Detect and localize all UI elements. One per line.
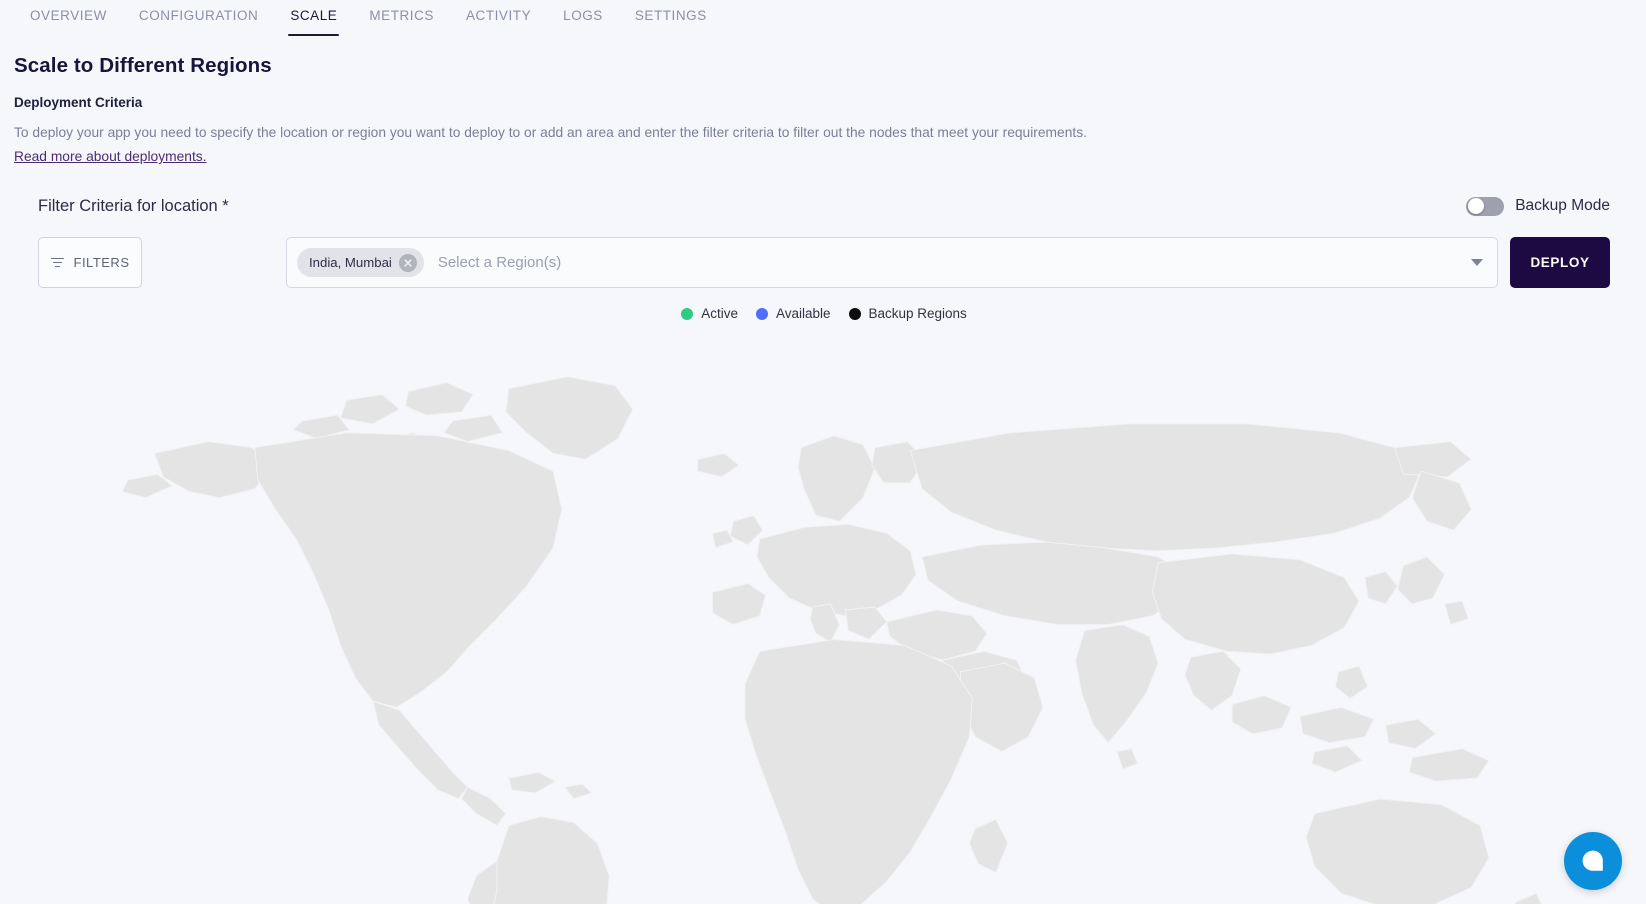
filter-criteria-label: Filter Criteria for location * xyxy=(38,197,229,216)
legend-dot-backup-regions xyxy=(849,308,861,320)
legend-dot-available xyxy=(756,308,768,320)
legend-item-backup-regions: Backup Regions xyxy=(849,306,967,321)
page-title: Scale to Different Regions xyxy=(14,54,1646,78)
backup-mode-control: Backup Mode xyxy=(1466,197,1610,216)
legend-dot-active xyxy=(681,308,693,320)
tab-metrics[interactable]: METRICS xyxy=(353,0,450,36)
backup-mode-label: Backup Mode xyxy=(1515,197,1610,215)
legend-label-backup-regions: Backup Regions xyxy=(869,306,967,321)
world-map[interactable]: India, Mumbai xyxy=(0,346,1646,904)
chat-launcher-button[interactable] xyxy=(1564,832,1622,890)
tab-logs[interactable]: LOGS xyxy=(547,0,619,36)
tab-overview[interactable]: OVERVIEW xyxy=(14,0,123,36)
deploy-button[interactable]: DEPLOY xyxy=(1510,237,1610,288)
filter-controls: Filter Criteria for location * Backup Mo… xyxy=(0,191,1646,321)
section-subtitle: Deployment Criteria xyxy=(14,95,1646,110)
filter-input-row: FILTERS India, Mumbai Select a Region(s)… xyxy=(38,237,1610,288)
page-header: Scale to Different Regions Deployment Cr… xyxy=(0,38,1646,166)
legend-label-active: Active xyxy=(701,306,738,321)
remove-region-icon[interactable] xyxy=(399,254,417,272)
tab-scale[interactable]: SCALE xyxy=(274,0,353,36)
filter-label-row: Filter Criteria for location * Backup Mo… xyxy=(38,191,1610,221)
top-tab-bar: OVERVIEW CONFIGURATION SCALE METRICS ACT… xyxy=(0,0,1646,38)
filters-button[interactable]: FILTERS xyxy=(38,237,142,288)
region-chip-label: India, Mumbai xyxy=(309,255,392,270)
filters-button-label: FILTERS xyxy=(74,255,130,270)
legend-label-available: Available xyxy=(776,306,831,321)
region-select-input[interactable]: India, Mumbai Select a Region(s) xyxy=(286,237,1498,288)
map-legend: Active Available Backup Regions xyxy=(38,306,1610,321)
chat-bubble-icon xyxy=(1580,848,1606,874)
tab-activity[interactable]: ACTIVITY xyxy=(450,0,547,36)
legend-item-active: Active xyxy=(681,306,738,321)
region-select-placeholder: Select a Region(s) xyxy=(438,254,1471,271)
legend-item-available: Available xyxy=(756,306,831,321)
chevron-down-icon[interactable] xyxy=(1471,259,1483,266)
region-chip: India, Mumbai xyxy=(297,248,424,277)
tab-settings[interactable]: SETTINGS xyxy=(619,0,723,36)
tab-configuration[interactable]: CONFIGURATION xyxy=(123,0,274,36)
map-landmasses xyxy=(122,377,1545,904)
section-description: To deploy your app you need to specify t… xyxy=(14,123,1646,143)
backup-mode-toggle[interactable] xyxy=(1466,197,1504,216)
read-more-link[interactable]: Read more about deployments. xyxy=(14,149,207,164)
toggle-knob xyxy=(1468,198,1484,214)
world-map-svg xyxy=(48,356,1560,904)
filter-icon xyxy=(51,258,64,268)
